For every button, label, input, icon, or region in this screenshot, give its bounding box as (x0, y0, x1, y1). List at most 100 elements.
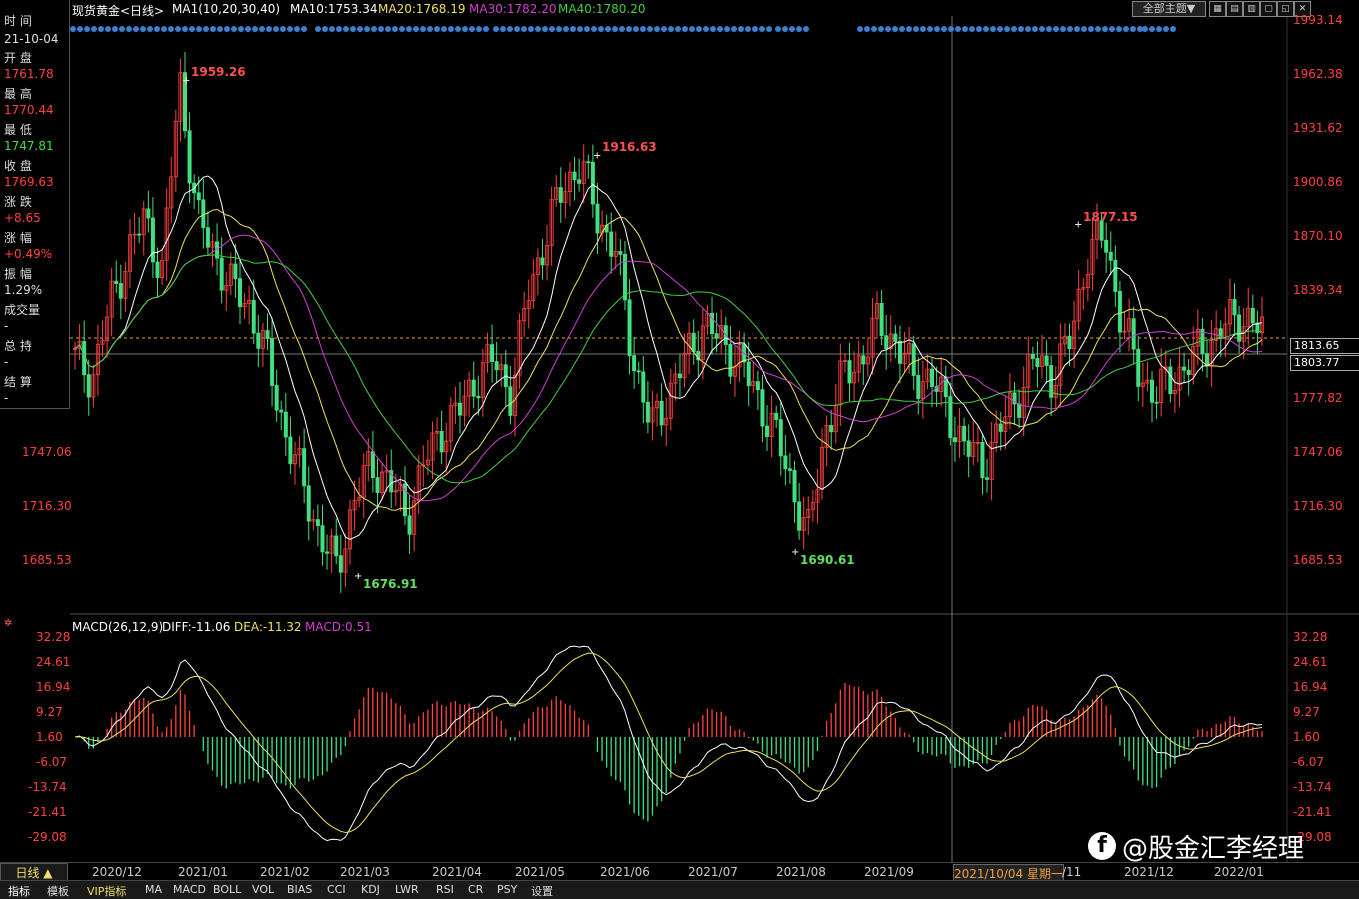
candle-body (609, 231, 614, 257)
candle-body (494, 361, 499, 371)
signal-dot (983, 26, 989, 32)
tab-VIP指标[interactable]: VIP指标 (87, 883, 126, 899)
signal-dot (1032, 26, 1038, 32)
signal-dot (682, 26, 688, 32)
candle-body (407, 515, 412, 535)
tab-CCI[interactable]: CCI (327, 883, 346, 896)
tab-CR[interactable]: CR (468, 883, 483, 896)
macd-dea-line (74, 652, 1263, 834)
tab-MACD[interactable]: MACD (173, 883, 206, 896)
low-label: 最 低 (4, 123, 32, 137)
signal-dot (1039, 26, 1045, 32)
date-tick-label: 2020/12 (92, 865, 142, 879)
candle-body (114, 280, 119, 284)
tab-模板[interactable]: 模板 (47, 883, 69, 899)
candle-body (471, 379, 476, 397)
signal-dot (245, 26, 251, 32)
macd-label[interactable]: MACD(26,12,9) (72, 620, 163, 634)
signal-dot (745, 26, 751, 32)
signal-dot (535, 26, 541, 32)
signal-dot (413, 26, 419, 32)
signal-dot (654, 26, 660, 32)
tab-VOL[interactable]: VOL (252, 883, 274, 896)
signal-dot (280, 26, 286, 32)
signal-dot (857, 26, 863, 32)
signal-dot (1123, 26, 1129, 32)
candle-body (760, 389, 765, 427)
date-tick-label: 2021/04 (432, 865, 482, 879)
candle-body (632, 355, 637, 372)
candle-body (714, 333, 719, 339)
ma30-value: MA30:1782.20 (469, 2, 557, 16)
tab-MA[interactable]: MA (145, 883, 162, 896)
signal-dot (493, 26, 499, 32)
chart-canvas[interactable]: + + + + + (0, 0, 1359, 898)
signal-dot (322, 26, 328, 32)
signal-dot (892, 26, 898, 32)
signal-dot (378, 26, 384, 32)
signal-dot (294, 26, 300, 32)
open-interest-value: - (4, 355, 9, 369)
price-tick-label: 1839.34 (1293, 283, 1343, 297)
candle-body (233, 263, 238, 280)
macd-tick-label: 32.28 (36, 630, 71, 644)
amplitude-value: 1.29% (4, 283, 43, 297)
signal-dot (1025, 26, 1031, 32)
signal-dot (934, 26, 940, 32)
macd-diff: DIFF:-11.06 (162, 620, 231, 634)
candle-body (146, 208, 151, 219)
macd-tick-label: -13.74 (28, 780, 67, 794)
candle-body (1232, 299, 1237, 316)
price-tick-label-left: 1747.06 (22, 445, 72, 459)
theme-dropdown[interactable]: 全部主题▼ (1132, 1, 1206, 17)
tab-KDJ[interactable]: KDJ (361, 883, 380, 896)
ma-settings-label[interactable]: MA1(10,20,30,40) (172, 2, 280, 16)
signal-dot (605, 26, 611, 32)
signal-dot (1130, 26, 1136, 32)
tab-BIAS[interactable]: BIAS (287, 883, 312, 896)
signal-dot (182, 26, 188, 32)
signal-dot (703, 26, 709, 32)
signal-dot (668, 26, 674, 32)
signal-dot (84, 26, 90, 32)
signal-dot (1053, 26, 1059, 32)
price-tick-label: 1931.62 (1293, 121, 1343, 135)
minimize-icon[interactable]: ▢ (1260, 1, 1277, 17)
candle-body (205, 227, 210, 248)
low-value: 1747.81 (4, 139, 54, 153)
indicator-tabs: 指标 模板 VIP指标 MA MACD BOLL VOL BIAS CCI KDJ LWR RSI CR… (0, 880, 1359, 899)
candle-body (490, 344, 495, 362)
candle-body (966, 440, 971, 457)
candle-body (897, 341, 902, 364)
layout-icon[interactable]: ▤ (1226, 1, 1243, 17)
split-icon[interactable]: ▥ (1243, 1, 1260, 17)
tab-RSI[interactable]: RSI (436, 883, 454, 896)
macd-tick-label: 32.28 (1293, 630, 1328, 644)
candle-body (930, 368, 935, 387)
signal-dot (357, 26, 363, 32)
signal-dot (789, 26, 795, 32)
macd-tick-label: -6.07 (36, 755, 68, 769)
signal-dot (885, 26, 891, 32)
candle-body (985, 477, 990, 480)
tab-设置[interactable]: 设置 (531, 883, 553, 899)
restore-icon[interactable]: ◱ (1277, 1, 1294, 17)
signal-dot (962, 26, 968, 32)
tab-LWR[interactable]: LWR (395, 883, 419, 896)
grid-icon[interactable]: ▦ (1209, 1, 1226, 17)
candle-body (1168, 366, 1173, 394)
time-value: 21-10-04 (4, 32, 59, 46)
high-annotation: 1916.63 (602, 140, 657, 155)
signal-dot (210, 26, 216, 32)
signal-dot (434, 26, 440, 32)
candle-body (1250, 307, 1255, 324)
change-label: 涨 跌 (4, 195, 32, 209)
price-tick-label: 1870.10 (1293, 229, 1343, 243)
signal-dot (273, 26, 279, 32)
settings-gear-icon[interactable]: ✲ (4, 619, 13, 629)
tab-BOLL[interactable]: BOLL (213, 883, 241, 896)
tab-PSY[interactable]: PSY (497, 883, 517, 896)
tab-指标[interactable]: 指标 (8, 883, 30, 899)
signal-dot (1095, 26, 1101, 32)
signal-dot (147, 26, 153, 32)
